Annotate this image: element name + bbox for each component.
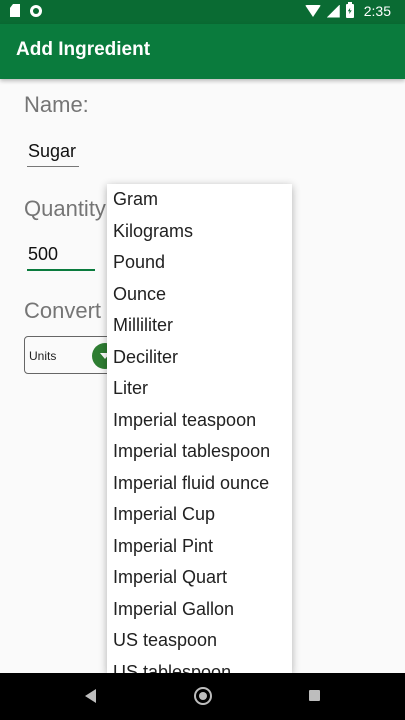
sync-icon [30,4,42,17]
unit-option[interactable]: Imperial Pint [113,531,213,563]
units-dropdown-list[interactable]: Gram Kilograms Pound Ounce Milliliter De… [107,184,292,673]
unit-option[interactable]: Deciliter [113,342,178,374]
unit-option[interactable]: Gram [113,184,158,216]
units-selected-value: Units [29,349,57,363]
quantity-label: Quantity [24,196,106,221]
back-icon[interactable] [85,689,96,703]
status-bar: 2:35 [0,0,405,24]
unit-option[interactable]: Pound [113,247,165,279]
status-left-icons [10,4,42,17]
signal-icon [326,4,340,18]
status-right-icons: 2:35 [304,2,391,19]
unit-option[interactable]: Liter [113,373,148,405]
unit-option[interactable]: Kilograms [113,216,193,248]
home-icon[interactable] [194,687,212,705]
name-input[interactable]: Sugar [27,141,79,167]
wifi-icon [304,5,321,17]
unit-option[interactable]: US tablespoon [113,657,231,674]
app-bar: Add Ingredient [0,24,405,79]
unit-option[interactable]: Imperial fluid ounce [113,468,269,500]
recents-icon[interactable] [309,690,320,701]
convert-label: Convert [24,298,102,323]
unit-option[interactable]: Imperial teaspoon [113,405,256,437]
unit-option[interactable]: Milliliter [113,310,173,342]
unit-option[interactable]: Imperial Gallon [113,594,234,626]
sd-card-icon [10,4,20,17]
status-time: 2:35 [363,3,391,19]
name-label: Name: [24,92,89,117]
navigation-bar [0,673,405,720]
unit-option[interactable]: Imperial tablespoon [113,436,270,468]
screen: 2:35 Add Ingredient Name: Sugar Quantity… [0,0,405,720]
quantity-input[interactable]: 500 [27,244,95,271]
unit-option[interactable]: Imperial Quart [113,562,227,594]
battery-charging-icon [345,2,354,18]
unit-option[interactable]: Imperial Cup [113,499,215,531]
unit-option[interactable]: US teaspoon [113,625,217,657]
page-title: Add Ingredient [16,39,151,60]
unit-option[interactable]: Ounce [113,279,166,311]
